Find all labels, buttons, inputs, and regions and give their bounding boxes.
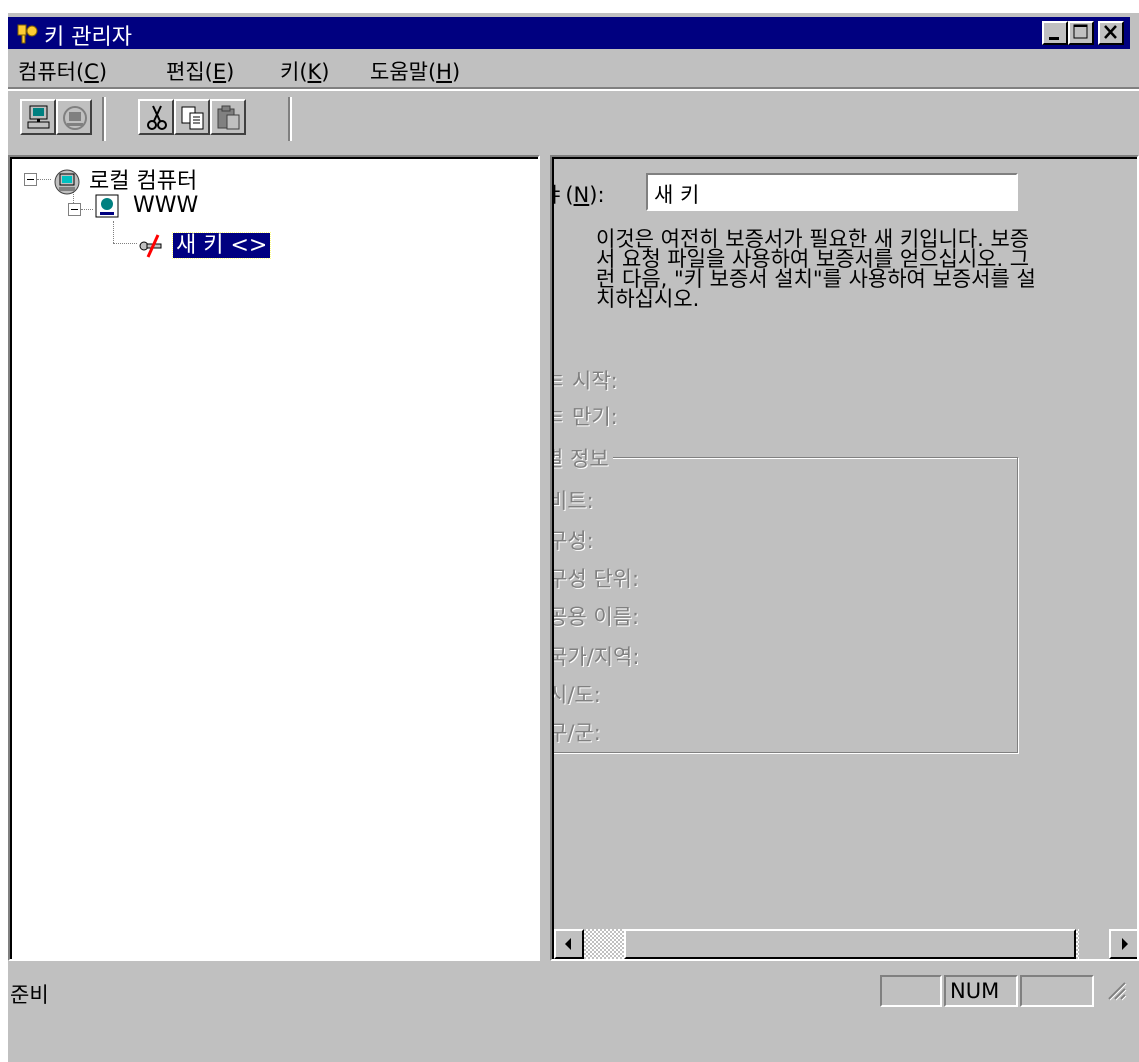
field-city: 구/군:	[552, 721, 601, 745]
connect-computer-icon	[27, 105, 50, 129]
key-manager-window: 키 관리자 컴퓨터(C) 편집(E) 키(K) 도움말(H) 로컬 컴퓨터 WW…	[8, 13, 1139, 1062]
toolbar-divider	[102, 97, 106, 141]
tree-node-new-key[interactable]: 새 키 <>	[136, 227, 272, 261]
field-bits: 비트:	[552, 489, 594, 513]
arrow-right-icon	[1122, 938, 1128, 950]
close-button[interactable]	[1098, 21, 1124, 45]
scroll-right-button[interactable]	[1109, 929, 1137, 959]
copy-button[interactable]	[174, 99, 210, 135]
menu-key[interactable]: 키(K)	[280, 56, 330, 86]
resize-grip-icon[interactable]	[1105, 979, 1127, 1001]
local-computer-icon	[54, 169, 80, 195]
collapse-root-toggle[interactable]	[24, 173, 37, 186]
maximize-button[interactable]	[1068, 21, 1094, 45]
tree-pane[interactable]: 로컬 컴퓨터 WWW 새 키 <>	[8, 155, 540, 961]
key-name-input[interactable]: 새 키	[646, 173, 1018, 211]
paste-icon	[217, 105, 240, 130]
arrow-left-icon	[565, 938, 571, 950]
field-common-name: 공용 이름:	[552, 605, 640, 629]
num-lock-indicator: NUM	[950, 979, 1000, 1003]
key-description: 이것은 여전히 보증서가 필요한 새 키입니다. 보증서 요청 파일을 사용하여…	[596, 227, 1036, 311]
window-title: 키 관리자	[44, 25, 132, 50]
status-text: 준비	[10, 983, 49, 1007]
connect-computer-button[interactable]	[20, 99, 56, 135]
collapse-server-toggle[interactable]	[68, 203, 81, 216]
field-state: 시/도:	[552, 683, 601, 707]
menu-computer[interactable]: 컴퓨터(C)	[18, 56, 107, 86]
certificate-info-group-label: 별 정보	[554, 443, 613, 473]
name-label: ㅑ(N):	[554, 183, 605, 207]
tree-line	[37, 179, 51, 180]
field-organization: 구성:	[552, 529, 594, 553]
valid-from-label: ㅌ 시작:	[554, 369, 618, 393]
key-icon	[139, 234, 162, 258]
cut-button[interactable]	[138, 99, 174, 135]
tree-line	[113, 243, 137, 244]
copy-icon	[181, 106, 204, 130]
paste-button[interactable]	[210, 99, 246, 135]
web-server-icon	[95, 194, 119, 218]
valid-until-label: ㅌ 만기:	[554, 405, 618, 429]
minimize-icon	[1049, 37, 1059, 40]
toolbar-divider	[288, 97, 292, 141]
tree-node-label: 로컬 컴퓨터	[89, 169, 198, 194]
details-pane: ㅑ(N): 새 키 : 이것은 여전히 보증서가 필요한 새 키입니다. 보증서…	[550, 155, 1139, 961]
tree-node-label: WWW	[133, 193, 199, 218]
disconnect-computer-icon	[63, 106, 87, 130]
status-panel-scroll	[1020, 975, 1094, 1007]
field-org-unit: 구성 단위:	[552, 567, 640, 591]
scroll-left-button[interactable]	[554, 929, 584, 959]
tree-node-label-selected: 새 키 <>	[171, 232, 272, 259]
tree-line	[113, 221, 114, 243]
key-manager-icon	[17, 24, 38, 44]
status-panel-num: NUM	[944, 975, 1018, 1007]
close-icon	[1104, 25, 1117, 39]
title-bar[interactable]: 키 관리자	[8, 17, 1130, 50]
toolbar	[8, 95, 1139, 145]
tree-node-local-computer[interactable]: 로컬 컴퓨터	[52, 163, 197, 197]
scroll-thumb[interactable]	[624, 929, 1076, 959]
disconnect-computer-button[interactable]	[56, 99, 92, 135]
tree-line	[81, 209, 93, 210]
key-name-value: 새 키	[654, 183, 700, 207]
menu-help[interactable]: 도움말(H)	[370, 56, 460, 86]
status-panel-caps	[880, 975, 942, 1007]
description-label: :	[554, 235, 555, 259]
maximize-icon	[1073, 24, 1088, 39]
menu-bar: 컴퓨터(C) 편집(E) 키(K) 도움말(H)	[8, 51, 1139, 85]
tree-node-www-server[interactable]: WWW	[94, 193, 198, 219]
cut-icon	[147, 105, 167, 130]
menu-separator	[8, 87, 1139, 91]
field-country: 국가/지역:	[552, 645, 640, 669]
menu-edit[interactable]: 편집(E)	[166, 56, 234, 86]
minimize-button[interactable]	[1042, 21, 1068, 45]
horizontal-scrollbar[interactable]	[554, 929, 1137, 959]
status-bar: 준비 NUM	[8, 971, 1139, 1007]
